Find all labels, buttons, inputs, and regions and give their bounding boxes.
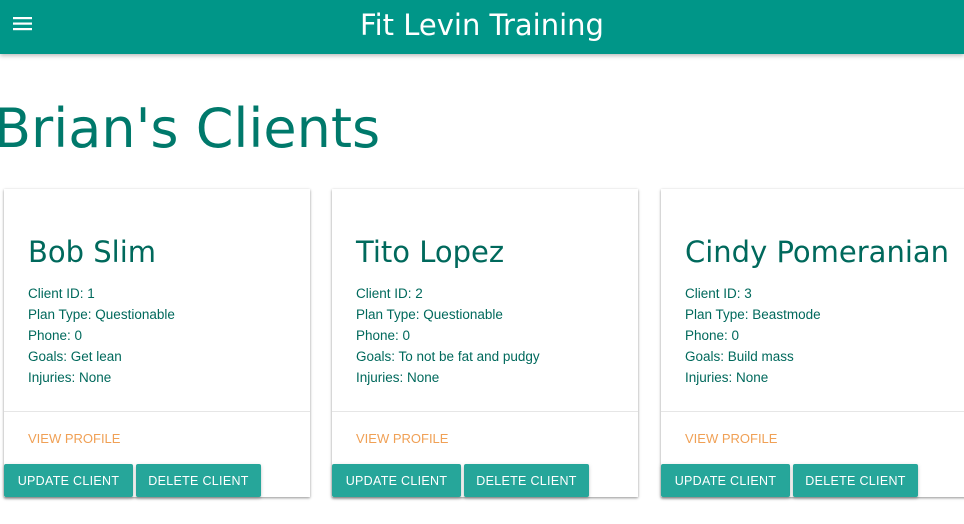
client-id: Client ID: 2 (356, 286, 423, 301)
client-injuries: Injuries: None (356, 370, 440, 385)
delete-client-button[interactable]: DELETE CLIENT (136, 464, 261, 497)
client-card: Tito Lopez Client ID: 2 Plan Type: Quest… (332, 189, 638, 497)
view-profile-link[interactable]: VIEW PROFILE (685, 430, 777, 448)
client-injuries: Injuries: None (685, 370, 769, 385)
card-divider (332, 411, 638, 412)
client-phone: Phone: 0 (28, 328, 83, 343)
client-id: Client ID: 3 (685, 286, 752, 301)
app-title[interactable]: Fit Levin Training (0, 7, 964, 43)
delete-client-button[interactable]: DELETE CLIENT (793, 464, 918, 497)
client-goals: Goals: Build mass (685, 349, 794, 364)
client-details: Client ID: 3 Plan Type: Beastmode Phone:… (685, 283, 821, 388)
client-name: Tito Lopez (356, 235, 505, 269)
client-id: Client ID: 1 (28, 286, 95, 301)
card-divider (661, 411, 964, 412)
client-name: Bob Slim (28, 235, 157, 269)
delete-client-button[interactable]: DELETE CLIENT (464, 464, 589, 497)
view-profile-link[interactable]: VIEW PROFILE (356, 430, 448, 448)
client-phone: Phone: 0 (356, 328, 411, 343)
view-profile-link[interactable]: VIEW PROFILE (28, 430, 120, 448)
client-injuries: Injuries: None (28, 370, 112, 385)
update-client-button[interactable]: UPDATE CLIENT (4, 464, 133, 497)
client-details: Client ID: 2 Plan Type: Questionable Pho… (356, 283, 540, 388)
card-divider (4, 411, 310, 412)
client-phone: Phone: 0 (685, 328, 740, 343)
client-card: Cindy Pomeranian Client ID: 3 Plan Type:… (661, 189, 964, 497)
page-title: Brian's Clients (0, 97, 381, 160)
app-bar: Fit Levin Training (0, 0, 964, 54)
update-client-button[interactable]: UPDATE CLIENT (332, 464, 461, 497)
update-client-button[interactable]: UPDATE CLIENT (661, 464, 790, 497)
client-plan-type: Plan Type: Questionable (356, 307, 503, 322)
client-plan-type: Plan Type: Questionable (28, 307, 175, 322)
client-goals: Goals: To not be fat and pudgy (356, 349, 540, 364)
client-details: Client ID: 1 Plan Type: Questionable Pho… (28, 283, 175, 388)
client-name: Cindy Pomeranian (685, 235, 950, 269)
client-card: Bob Slim Client ID: 1 Plan Type: Questio… (4, 189, 310, 497)
client-goals: Goals: Get lean (28, 349, 122, 364)
client-plan-type: Plan Type: Beastmode (685, 307, 821, 322)
